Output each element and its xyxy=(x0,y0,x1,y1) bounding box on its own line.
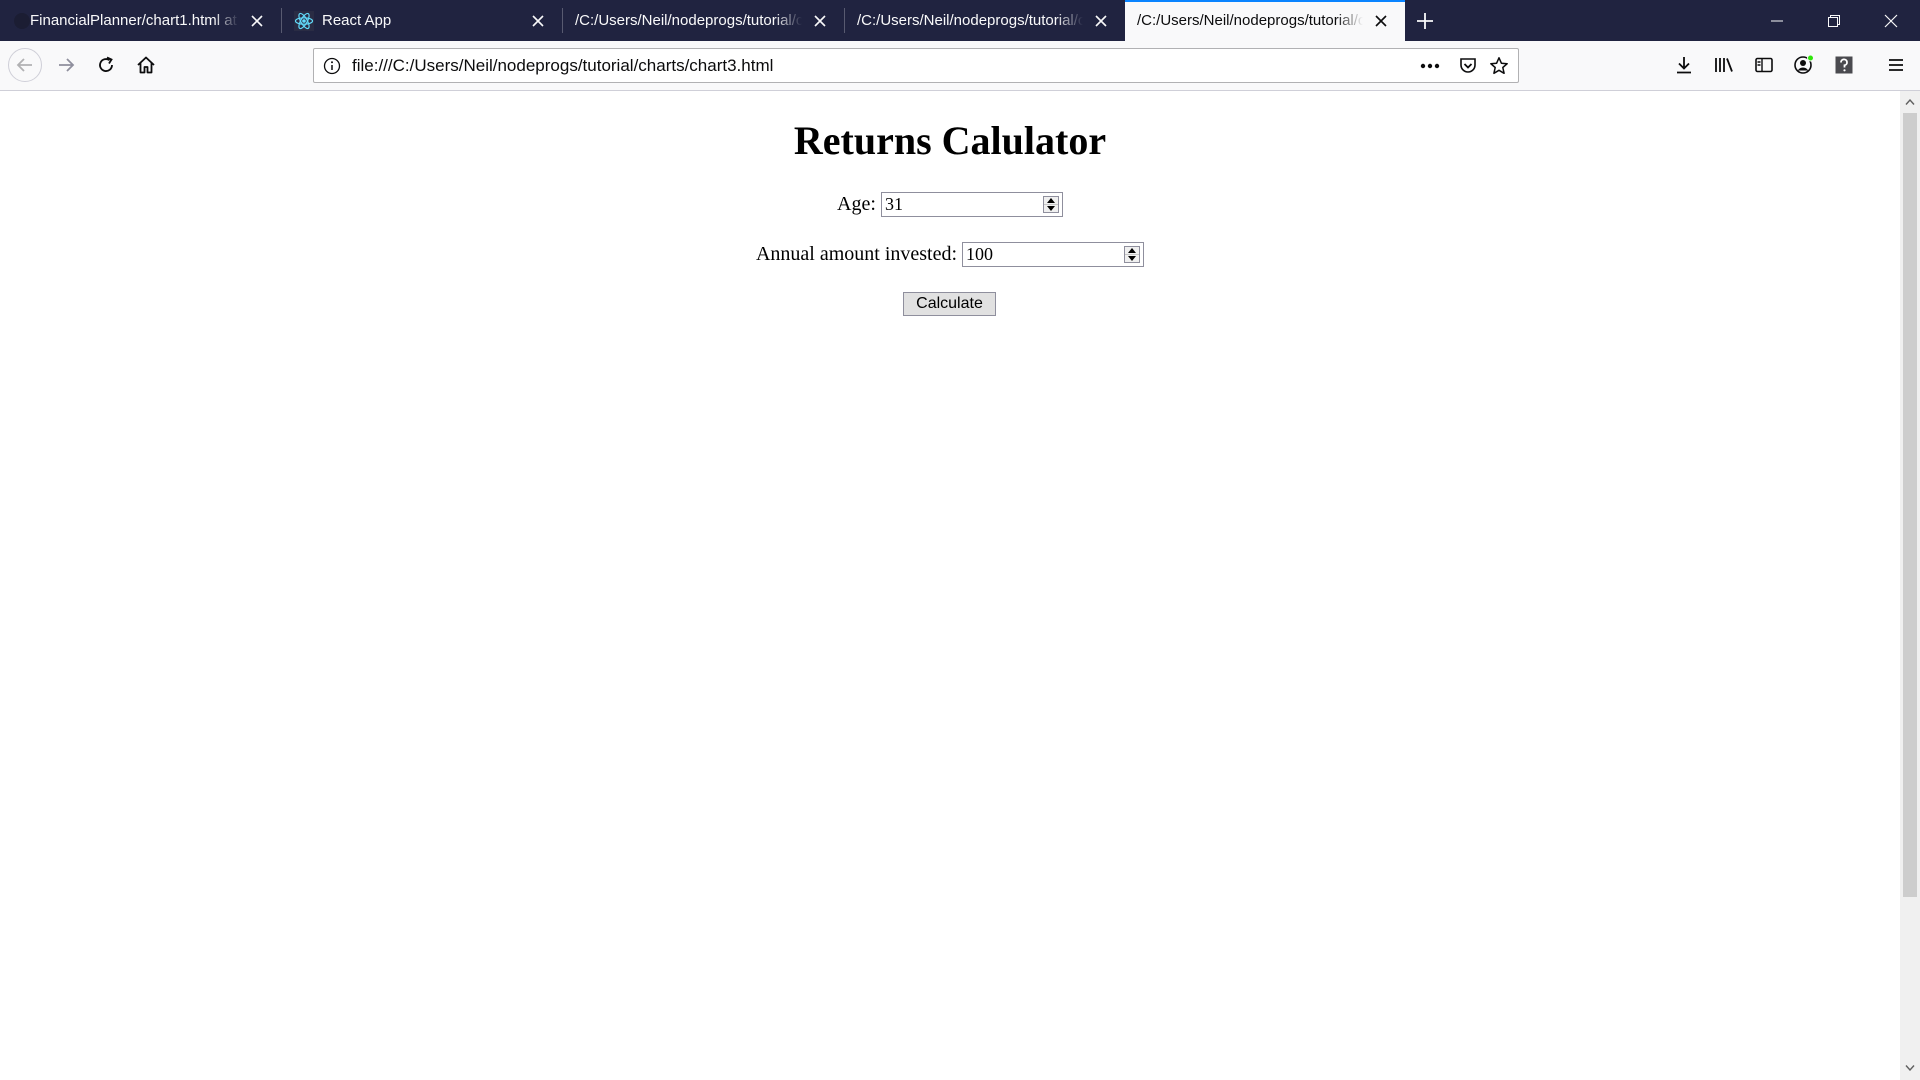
restore-button[interactable] xyxy=(1806,0,1862,41)
tab-4[interactable]: /C:/Users/Neil/nodeprogs/tutorial/charts… xyxy=(845,0,1125,41)
spinner-up-icon[interactable] xyxy=(1125,247,1140,255)
close-icon[interactable] xyxy=(245,9,269,33)
page-content: Returns Calulator Age: 31 Annual amount … xyxy=(0,91,1900,1080)
age-input-value[interactable]: 31 xyxy=(885,193,903,216)
amount-row: Annual amount invested: 100 xyxy=(0,242,1900,267)
sidebar-button[interactable] xyxy=(1748,49,1780,81)
downloads-button[interactable] xyxy=(1668,49,1700,81)
github-icon xyxy=(12,11,32,31)
tab-title: FinancialPlanner/chart1.html at xyxy=(30,12,237,29)
page-title: Returns Calulator xyxy=(793,118,1107,163)
close-icon[interactable] xyxy=(1089,9,1113,33)
scroll-up-icon[interactable] xyxy=(1900,93,1920,111)
close-icon[interactable] xyxy=(808,9,832,33)
library-icon xyxy=(1715,58,1733,72)
close-icon[interactable] xyxy=(1369,9,1393,33)
forward-button[interactable] xyxy=(50,49,82,81)
tab-2[interactable]: React App xyxy=(282,0,562,41)
url-text[interactable]: file:///C:/Users/Neil/nodeprogs/tutorial… xyxy=(352,49,773,82)
scroll-thumb[interactable] xyxy=(1903,113,1917,897)
library-button[interactable] xyxy=(1708,49,1740,81)
reload-button[interactable] xyxy=(90,49,122,81)
help-icon xyxy=(1835,56,1853,74)
minimize-icon xyxy=(1771,20,1783,21)
age-input[interactable]: 31 xyxy=(880,192,1063,217)
tab-title: /C:/Users/Neil/nodeprogs/tutorial/charts… xyxy=(575,12,802,29)
reload-icon xyxy=(99,56,113,72)
navigation-toolbar: file:///C:/Users/Neil/nodeprogs/tutorial… xyxy=(0,41,1920,91)
amount-input[interactable]: 100 xyxy=(962,242,1145,267)
age-spinner[interactable] xyxy=(1042,196,1059,213)
menu-button[interactable] xyxy=(1880,49,1912,81)
hamburger-menu-icon xyxy=(1889,59,1903,71)
help-button[interactable] xyxy=(1828,49,1860,81)
tab-title: React App xyxy=(322,12,392,29)
bookmark-star-icon[interactable] xyxy=(1486,53,1512,79)
spinner-up-icon[interactable] xyxy=(1043,197,1058,205)
pocket-icon[interactable] xyxy=(1455,53,1481,79)
new-tab-button[interactable] xyxy=(1410,6,1440,36)
close-icon[interactable] xyxy=(526,9,550,33)
plus-icon xyxy=(1417,13,1433,29)
amount-label: Annual amount invested: xyxy=(755,243,958,265)
age-label: Age: xyxy=(837,193,876,215)
tab-1[interactable]: FinancialPlanner/chart1.html at xyxy=(0,0,281,41)
close-icon xyxy=(1884,14,1898,27)
url-bar[interactable]: file:///C:/Users/Neil/nodeprogs/tutorial… xyxy=(313,48,1519,83)
tab-title: /C:/Users/Neil/nodeprogs/tutorial/charts… xyxy=(857,12,1083,29)
tab-3[interactable]: /C:/Users/Neil/nodeprogs/tutorial/charts… xyxy=(563,0,844,41)
scroll-down-icon[interactable] xyxy=(1900,1059,1920,1077)
minimize-button[interactable] xyxy=(1749,0,1805,41)
tab-5-active[interactable]: /C:/Users/Neil/nodeprogs/tutorial/charts… xyxy=(1125,0,1405,41)
react-icon xyxy=(294,10,314,31)
spinner-down-icon[interactable] xyxy=(1044,205,1058,212)
forward-arrow-icon xyxy=(59,58,75,72)
tab-strip: FinancialPlanner/chart1.html at React Ap… xyxy=(0,0,1920,41)
sidebar-icon xyxy=(1755,57,1773,73)
amount-spinner[interactable] xyxy=(1124,246,1141,263)
more-actions-icon[interactable] xyxy=(1417,53,1443,79)
account-button[interactable] xyxy=(1788,49,1820,81)
spinner-down-icon[interactable] xyxy=(1125,255,1139,262)
home-icon xyxy=(137,56,155,74)
calculate-button[interactable]: Calculate xyxy=(903,292,996,316)
amount-input-value[interactable]: 100 xyxy=(966,243,993,266)
age-row: Age: 31 xyxy=(0,192,1900,217)
close-window-button[interactable] xyxy=(1863,0,1919,41)
back-button[interactable] xyxy=(8,48,42,82)
tab-title: /C:/Users/Neil/nodeprogs/tutorial/charts… xyxy=(1137,12,1363,29)
vertical-scrollbar[interactable] xyxy=(1900,91,1920,1080)
back-arrow-icon xyxy=(16,58,32,72)
account-icon xyxy=(1794,54,1814,74)
restore-icon xyxy=(1828,14,1840,27)
download-icon xyxy=(1677,57,1691,74)
home-button[interactable] xyxy=(130,49,162,81)
info-icon[interactable] xyxy=(319,53,345,79)
